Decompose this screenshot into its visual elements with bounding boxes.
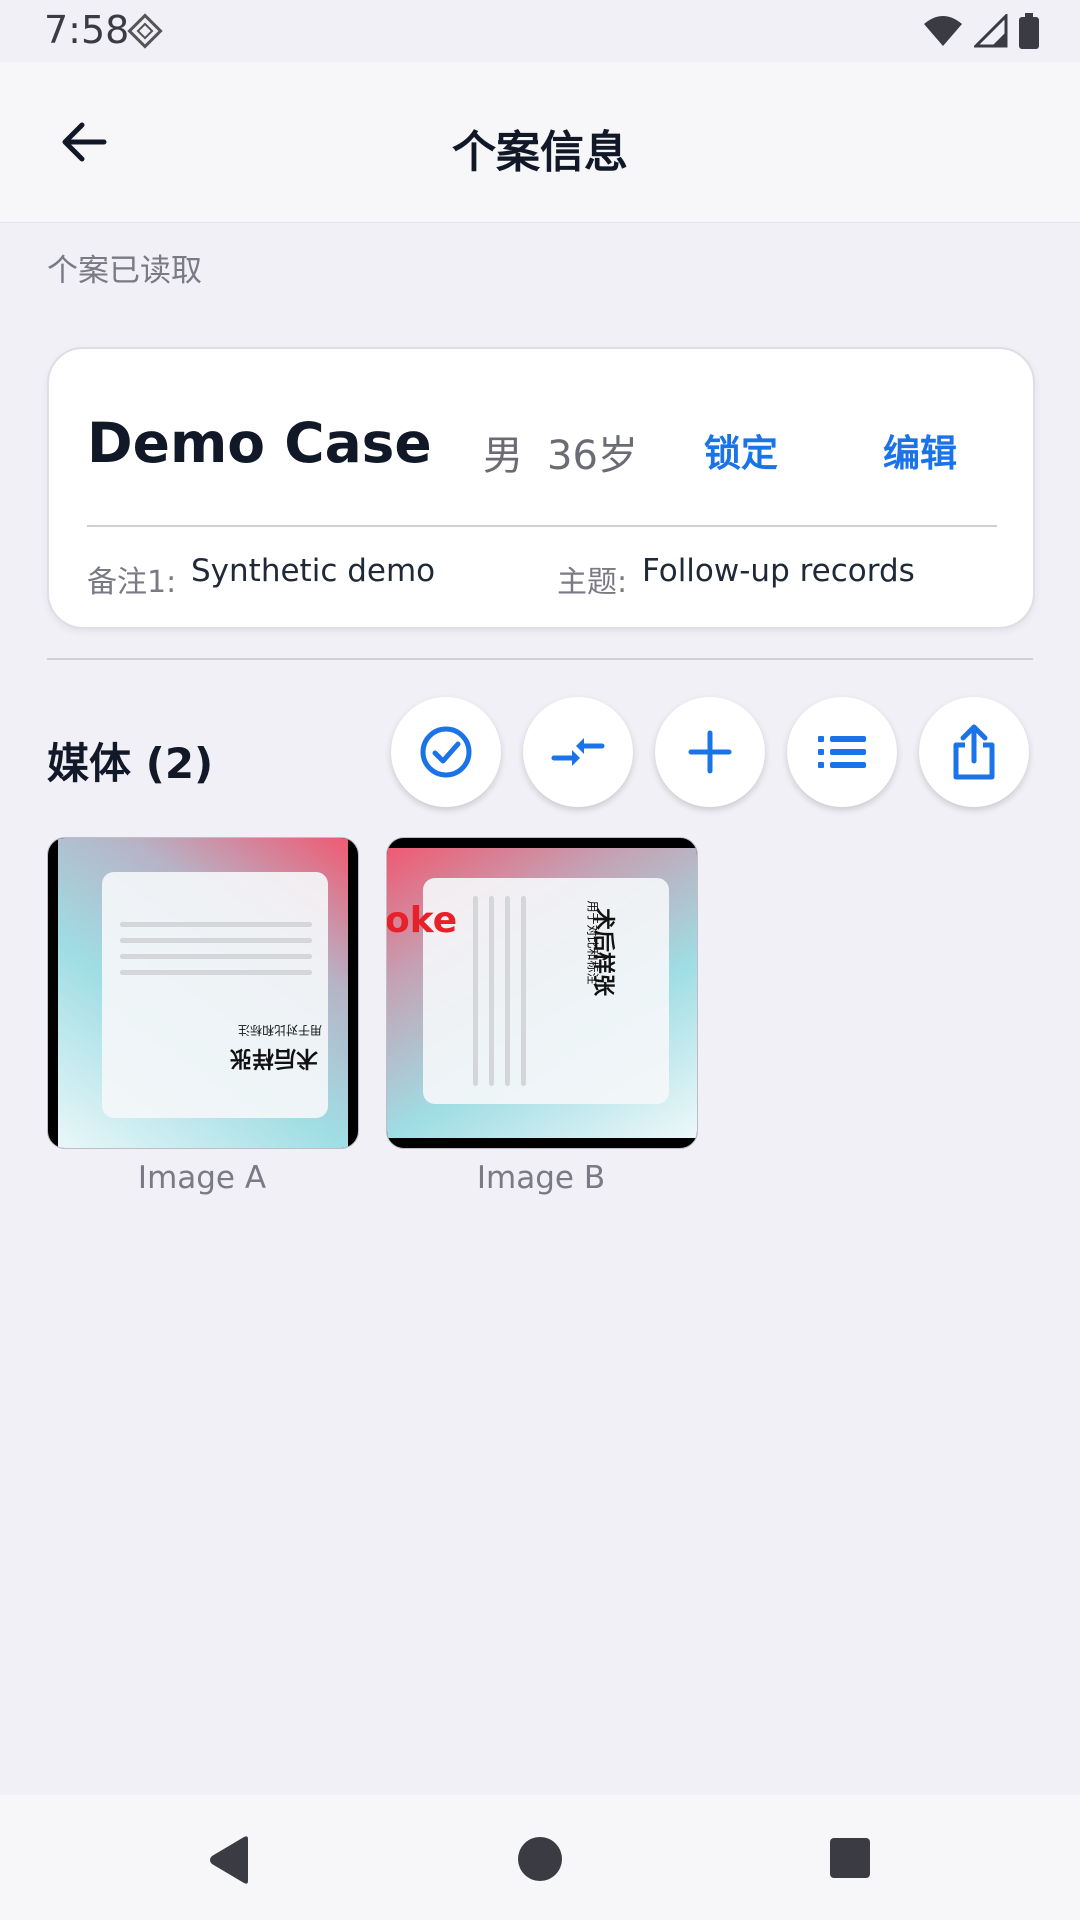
thumbnail-line [120,938,312,943]
list-view-button[interactable] [787,697,897,807]
status-icons [922,10,1040,52]
thumbnail-paper: 术后样张 用于对比和标注 [423,878,669,1104]
share-button[interactable] [919,697,1029,807]
compare-arrows-icon [551,738,605,766]
thumbnail-line [505,896,510,1086]
edit-button[interactable]: 编辑 [883,423,957,477]
check-circle-icon [420,726,472,778]
thumbnail-caption-b: Image B [476,1160,606,1196]
topic-label: 主题: [557,565,628,600]
lock-button[interactable]: 锁定 [704,423,778,477]
thumbnail-line [120,970,312,975]
note-value: Synthetic demo [191,553,436,589]
thumbnail-paper: 术后样张 用于对比和标注 [102,872,328,1118]
thumbnail-line [120,922,312,927]
add-media-button[interactable] [655,697,765,807]
thumbnail-image: 术后样张 用于对比和标注 oke [387,848,697,1138]
thumbnail-line [521,896,526,1086]
thumbnail-line [120,954,312,959]
note-label: 备注1: [87,565,177,600]
status-time: 7:58 [44,8,130,52]
nav-recents-icon[interactable] [829,1837,871,1879]
thumbnail-overlay-subtitle: 用于对比和标注 [585,900,600,985]
thumbnail-line [473,896,478,1086]
thumbnail-red-text: oke [386,900,458,941]
status-bar: 7:58 [0,0,1080,62]
thumbnail-overlay-subtitle: 用于对比和标注 [238,1023,323,1037]
navigation-bar [0,1795,1080,1920]
list-icon [818,736,866,768]
plus-icon [688,730,732,774]
nav-back-icon[interactable] [206,1835,252,1885]
cellular-signal-icon [974,14,1008,48]
case-name: Demo Case [87,411,432,475]
app-notification-icon [127,13,163,49]
thumbnail-image: 术后样张 用于对比和标注 [58,838,348,1148]
topic-value: Follow-up records [642,553,915,589]
app-bar: 个案信息 [0,62,1080,223]
media-title: 媒体 (2) [47,739,214,788]
page-title: 个案信息 [452,127,628,178]
media-thumbnail-b[interactable]: 术后样张 用于对比和标注 oke [386,837,698,1149]
case-loaded-status: 个案已读取 [47,253,202,289]
case-sex: 男 [483,433,523,479]
case-age: 36岁 [547,433,638,479]
share-icon [953,724,995,780]
case-card: Demo Case 男 36岁 锁定 编辑 备注1: Synthetic dem… [47,347,1035,629]
wifi-icon [924,16,962,46]
compare-button[interactable] [523,697,633,807]
media-thumbnail-a[interactable]: 术后样张 用于对比和标注 [47,837,359,1149]
battery-icon [1019,13,1039,49]
nav-home-icon[interactable] [517,1836,563,1882]
thumbnail-caption-a: Image A [137,1160,267,1196]
thumbnail-overlay-title: 术后样张 [230,1045,319,1070]
thumbnail-line [489,896,494,1086]
select-all-button[interactable] [391,697,501,807]
section-divider [47,658,1033,660]
card-divider [87,525,997,527]
